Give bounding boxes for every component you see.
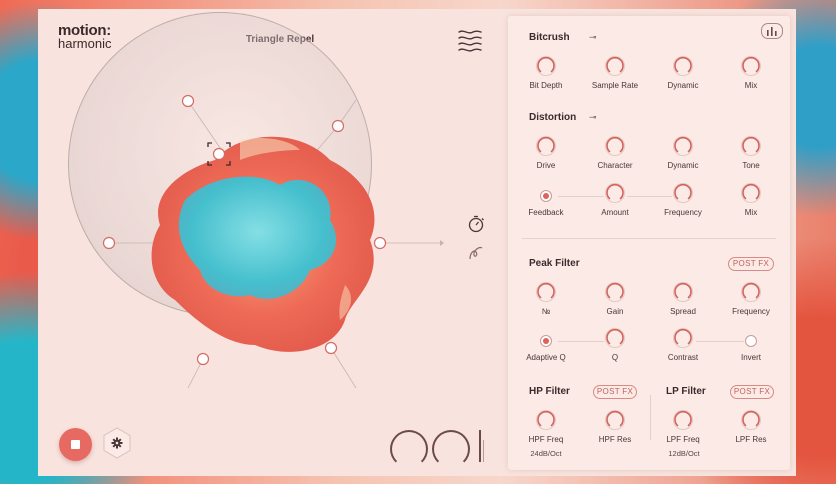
distortion-link-line-1 — [558, 196, 604, 197]
peak-filter-invert-toggle[interactable] — [745, 335, 757, 347]
peak-filter-contrast-knob[interactable] — [673, 328, 693, 348]
bitcrush-mix-label: Mix — [744, 81, 758, 90]
distortion-tone-label: Tone — [742, 161, 760, 170]
node-1 — [181, 94, 195, 108]
distortion-drive-knob[interactable] — [536, 136, 556, 156]
bitcrush-dynamic-knob[interactable] — [673, 56, 693, 76]
peak-filter-post-fx-button[interactable]: POST FX — [728, 257, 774, 271]
hp-filter-title: HP Filter — [529, 386, 570, 397]
peak-filter-invert-label: Invert — [740, 353, 761, 362]
peak-filter-q-knob[interactable] — [605, 328, 625, 348]
peak-filter-gain-knob[interactable] — [605, 282, 625, 302]
node-selected — [212, 147, 226, 161]
level-meter — [479, 430, 481, 462]
section-divider — [522, 238, 776, 239]
distortion-character-knob[interactable] — [605, 136, 625, 156]
hp-filter-post-fx-button[interactable]: POST FX — [593, 385, 637, 399]
distortion-frequency-knob[interactable] — [673, 183, 693, 203]
peak-filter-frequency-knob[interactable] — [741, 282, 761, 302]
distortion-mix-label: Mix — [744, 208, 758, 217]
bitcrush-bit-depth-knob[interactable] — [536, 56, 556, 76]
node-4 — [373, 236, 387, 250]
hp-filter-hpf-res-knob[interactable] — [605, 410, 625, 430]
settings-button[interactable] — [101, 427, 133, 459]
peak-filter-frequency-label: Frequency — [732, 307, 770, 316]
node-6 — [324, 341, 338, 355]
peak-filter-number-label: № — [541, 307, 551, 316]
distortion-feedback-toggle[interactable] — [540, 190, 552, 202]
output-knob-2[interactable] — [432, 430, 470, 468]
distortion-mix-knob[interactable] — [741, 183, 761, 203]
curve-icon[interactable] — [467, 243, 485, 261]
distortion-dynamic-knob[interactable] — [673, 136, 693, 156]
distortion-link-line-2 — [627, 196, 672, 197]
arrow-right — [440, 240, 444, 246]
distortion-amount-knob[interactable] — [605, 183, 625, 203]
distortion-tone-knob[interactable] — [741, 136, 761, 156]
bitcrush-mix-knob[interactable] — [741, 56, 761, 76]
lpf-slope[interactable]: 12dB/Oct — [644, 449, 724, 458]
hp-filter-hpf-freq-label: HPF Freq — [528, 435, 564, 444]
node-2 — [331, 119, 345, 133]
distortion-drive-label: Drive — [536, 161, 556, 170]
peak-filter-title: Peak Filter — [529, 258, 580, 269]
timer-icon[interactable] — [467, 215, 485, 233]
lp-filter-lpf-res-knob[interactable] — [741, 410, 761, 430]
node-3 — [102, 236, 116, 250]
lp-filter-post-fx-button[interactable]: POST FX — [730, 385, 774, 399]
stop-button[interactable] — [59, 428, 92, 461]
filter-divider — [650, 395, 651, 440]
hp-filter-hpf-freq-knob[interactable] — [536, 410, 556, 430]
distortion-title: Distortion — [529, 112, 577, 123]
lp-filter-lpf-res-label: LPF Res — [735, 435, 767, 444]
waves-icon[interactable] — [456, 27, 484, 53]
chart-button[interactable] — [761, 23, 783, 39]
bitcrush-bypass-icon[interactable]: ⊸ — [589, 32, 597, 43]
peak-filter-adaptive-q-label: Adaptive Q — [526, 353, 566, 362]
peak-filter-link-line-1 — [558, 341, 604, 342]
bitcrush-sample-rate-knob[interactable] — [605, 56, 625, 76]
peak-filter-adaptive-q-toggle[interactable] — [540, 335, 552, 347]
lp-filter-lpf-freq-knob[interactable] — [673, 410, 693, 430]
lp-filter-title: LP Filter — [666, 386, 706, 397]
bar-chart-icon — [767, 27, 777, 36]
peak-filter-number-knob[interactable] — [536, 282, 556, 302]
bitcrush-bit-depth-label: Bit Depth — [529, 81, 563, 90]
peak-filter-spread-knob[interactable] — [673, 282, 693, 302]
bitcrush-title: Bitcrush — [529, 32, 570, 43]
stop-icon — [71, 440, 80, 449]
node-5 — [196, 352, 210, 366]
distortion-feedback-label: Feedback — [528, 208, 564, 217]
level-meter-secondary — [483, 440, 484, 462]
output-knob-1[interactable] — [390, 430, 428, 468]
distortion-bypass-icon[interactable]: ⊸ — [589, 112, 597, 123]
hpf-slope[interactable]: 24dB/Oct — [506, 449, 586, 458]
peak-filter-link-line-2 — [696, 341, 744, 342]
